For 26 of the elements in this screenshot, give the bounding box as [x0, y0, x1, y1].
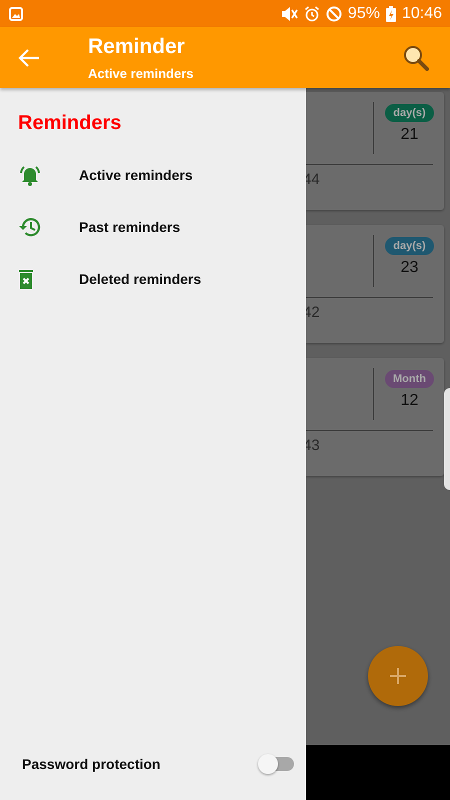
- password-protection-label: Password protection: [22, 756, 162, 772]
- drawer-heading: Reminders: [18, 112, 122, 135]
- plus-icon: [389, 667, 407, 685]
- password-toggle[interactable]: [258, 754, 294, 774]
- drawer-item[interactable]: Active reminders: [0, 149, 306, 201]
- count-value: 12: [400, 392, 418, 410]
- alarm-bell-icon: [18, 164, 42, 186]
- unit-tag: day(s): [385, 104, 434, 122]
- trash-icon: [18, 268, 34, 290]
- clock-time: 10:46: [402, 6, 442, 22]
- app-title: Reminder: [88, 34, 186, 60]
- drawer-item[interactable]: Deleted reminders: [0, 253, 306, 305]
- count-value: 21: [400, 126, 418, 144]
- edge-handle[interactable]: [444, 388, 450, 490]
- battery-charging-icon: [386, 6, 396, 22]
- alarm-icon: [304, 6, 320, 22]
- battery-level: 95%: [348, 6, 380, 22]
- drawer-item[interactable]: Past reminders: [0, 201, 306, 253]
- block-icon: [326, 6, 342, 22]
- image-icon: [9, 6, 23, 20]
- add-button[interactable]: [368, 646, 428, 706]
- unit-tag: day(s): [385, 237, 434, 255]
- count-value: 23: [400, 259, 418, 277]
- app-subtitle: Active reminders: [88, 66, 194, 81]
- history-icon: [18, 216, 42, 238]
- unit-tag: Month: [385, 370, 434, 388]
